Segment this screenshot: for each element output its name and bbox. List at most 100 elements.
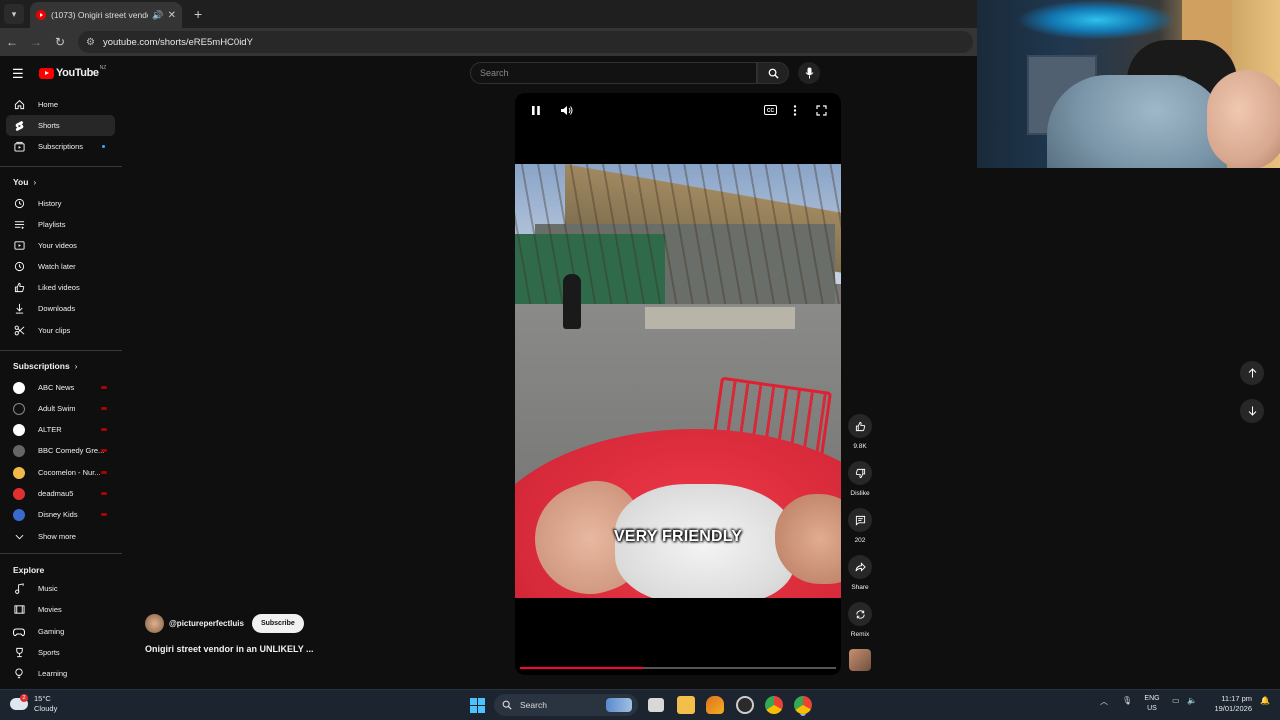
movies-icon <box>13 604 25 616</box>
sidebar-item-label: Sports <box>38 648 60 657</box>
sidebar-item-your-clips[interactable]: Your clips <box>6 320 115 341</box>
weather-badge: 2 <box>20 694 28 702</box>
live-indicator <box>101 407 107 410</box>
channel-name: deadmau5 <box>38 489 74 498</box>
share-button[interactable]: Share <box>845 555 875 591</box>
reload-button[interactable]: ↻ <box>48 35 72 49</box>
fullscreen-icon[interactable] <box>816 105 827 119</box>
windows-start-icon[interactable] <box>470 698 485 713</box>
explore-section-heading: Explore <box>13 565 44 575</box>
tab-list-button[interactable]: ▾ <box>4 4 24 24</box>
system-clock[interactable]: 11:17 pm 19/01/2026 <box>1206 694 1252 714</box>
search-button[interactable] <box>757 62 789 84</box>
subscription-channel[interactable]: ALTER <box>6 419 115 440</box>
share-label: Share <box>851 584 869 591</box>
sidebar-item-shorts[interactable]: Shorts <box>6 115 115 136</box>
youtube-logo[interactable]: YouTube NZ <box>39 65 106 79</box>
sidebar-item-learning[interactable]: Learning <box>6 663 115 684</box>
like-button[interactable]: 9.8K <box>845 414 875 450</box>
tray-overflow-icon[interactable]: ︿ <box>1100 696 1108 707</box>
subscription-channel[interactable]: Adult Swim <box>6 398 115 419</box>
sidebar-item-subscriptions[interactable]: Subscriptions <box>6 136 115 157</box>
channel-handle[interactable]: @pictureperfectluis <box>169 619 244 628</box>
file-explorer-icon[interactable] <box>677 696 695 714</box>
channel-name: BBC Comedy Gre... <box>38 446 105 455</box>
progress-bar[interactable] <box>520 667 836 669</box>
sidebar-item-your-videos[interactable]: Your videos <box>6 235 115 256</box>
shorts-icon <box>13 120 25 132</box>
learning-icon <box>13 668 25 680</box>
explore-heading-label: Explore <box>13 565 45 575</box>
url-bar[interactable]: ⚙ youtube.com/shorts/eRE5mHC0idY <box>78 31 973 53</box>
chrome-icon[interactable] <box>765 696 783 714</box>
next-short-button[interactable] <box>1240 399 1264 423</box>
notification-bell-icon[interactable]: 🔔 <box>1260 696 1270 705</box>
clock-time: 11:17 pm <box>1221 694 1252 703</box>
new-tab-button[interactable]: + <box>194 6 202 22</box>
live-indicator <box>101 386 107 389</box>
music-icon <box>13 583 25 595</box>
search-placeholder: Search <box>480 68 509 78</box>
sidebar-item-history[interactable]: History <box>6 193 115 214</box>
sidebar-item-label: Liked videos <box>38 283 80 292</box>
remix-button[interactable]: Remix <box>845 602 875 638</box>
address-toolbar: ← → ↻ ⚙ youtube.com/shorts/eRE5mHC0idY <box>0 28 977 56</box>
microphone-tray-icon[interactable]: 🎙 <box>1122 696 1132 705</box>
site-info-icon[interactable]: ⚙ <box>86 37 95 48</box>
sidebar-item-watch-later[interactable]: Watch later <box>6 256 115 277</box>
network-icon[interactable]: ▭ <box>1172 696 1180 705</box>
sidebar-item-home[interactable]: Home <box>6 94 115 115</box>
dislike-button[interactable]: Dislike <box>845 461 875 497</box>
channel-avatar[interactable] <box>145 614 164 633</box>
close-tab-icon[interactable]: ✕ <box>168 10 176 21</box>
comment-count: 202 <box>854 537 866 544</box>
sidebar-item-downloads[interactable]: Downloads <box>6 298 115 319</box>
show-more-button[interactable]: Show more <box>6 526 115 547</box>
sidebar-item-label: Shorts <box>38 121 60 130</box>
subscription-channel[interactable]: Disney Kids <box>6 504 115 525</box>
sidebar-item-liked-videos[interactable]: Liked videos <box>6 277 115 298</box>
guide-menu-icon[interactable]: ☰ <box>12 66 26 82</box>
subscriptions-section-heading[interactable]: Subscriptions › <box>13 361 77 371</box>
volume-icon[interactable] <box>560 105 573 119</box>
taskbar-search[interactable]: Search <box>494 694 638 716</box>
chrome-active-icon[interactable] <box>794 696 812 714</box>
brave-browser-icon[interactable] <box>706 696 724 714</box>
chevron-right-icon: › <box>33 177 37 187</box>
subscribe-button[interactable]: Subscribe <box>251 614 304 633</box>
captions-icon[interactable]: CC <box>764 105 777 118</box>
speaker-icon[interactable]: 🔈 <box>1187 696 1197 705</box>
search-input[interactable]: Search <box>470 62 757 84</box>
weather-widget[interactable]: 2 15°C Cloudy <box>10 694 57 714</box>
audio-playing-icon[interactable]: 🔊 <box>152 10 163 21</box>
subscription-channel[interactable]: ABC News <box>6 377 115 398</box>
sidebar-item-gaming[interactable]: Gaming <box>6 621 115 642</box>
clock-date: 19/01/2026 <box>1214 704 1252 713</box>
obs-icon[interactable] <box>736 696 754 714</box>
your-videos-icon <box>13 240 25 252</box>
you-section-heading[interactable]: You › <box>13 177 36 187</box>
sidebar-item-label: Music <box>38 584 58 593</box>
forward-button[interactable]: → <box>24 35 48 49</box>
browser-tab[interactable]: (1073) Onigiri street vendo 🔊 ✕ <box>30 2 182 28</box>
subscription-channel[interactable]: deadmau5 <box>6 483 115 504</box>
task-view-icon[interactable] <box>648 698 664 712</box>
pause-icon[interactable] <box>531 105 541 119</box>
shorts-player[interactable]: CC VERY FRIENDLY <box>515 93 841 675</box>
language-indicator[interactable]: ENG US <box>1142 694 1162 714</box>
comments-button[interactable]: 202 <box>845 508 875 544</box>
sidebar-item-sports[interactable]: Sports <box>6 642 115 663</box>
voice-search-button[interactable] <box>798 62 820 84</box>
more-options-icon[interactable] <box>793 105 797 119</box>
sidebar-item-music[interactable]: Music <box>6 578 115 599</box>
subscriptions-icon <box>13 141 25 153</box>
subscription-channel[interactable]: Cocomelon - Nur... <box>6 462 115 483</box>
sidebar-item-movies[interactable]: Movies <box>6 599 115 620</box>
video-title[interactable]: Onigiri street vendor in an UNLIKELY ... <box>145 644 314 654</box>
video-frame[interactable]: VERY FRIENDLY <box>515 164 841 598</box>
subscription-channel[interactable]: BBC Comedy Gre... <box>6 440 115 461</box>
previous-short-button[interactable] <box>1240 361 1264 385</box>
sound-thumbnail[interactable] <box>845 649 875 671</box>
sidebar-item-playlists[interactable]: Playlists <box>6 214 115 235</box>
back-button[interactable]: ← <box>0 35 24 49</box>
